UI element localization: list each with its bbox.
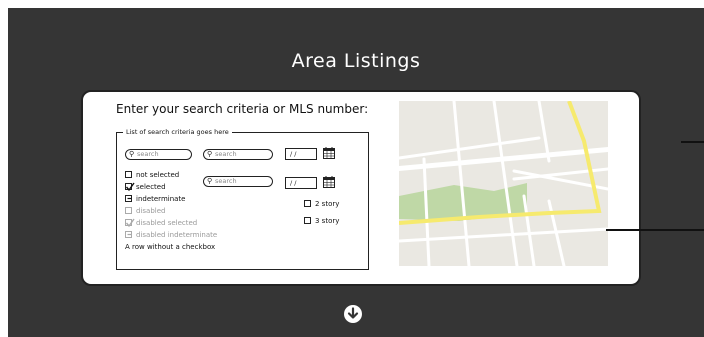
- search-input-2[interactable]: ⚲ search: [203, 149, 273, 160]
- checkbox-checked[interactable]: [125, 182, 135, 192]
- checkbox-2-story[interactable]: 2 story: [304, 199, 339, 210]
- arrow-down-circle-icon[interactable]: [343, 304, 363, 324]
- connector-line: [606, 229, 704, 231]
- search-icon: ⚲: [207, 150, 213, 158]
- checkbox-disabled-indeterminate: disabled indeterminate: [125, 230, 217, 241]
- checkbox-disabled-selected: disabled selected: [125, 218, 197, 229]
- checkbox-not-selected[interactable]: not selected: [125, 170, 179, 181]
- checkbox-3-story[interactable]: 3 story: [304, 216, 339, 227]
- checkbox-disabled: disabled: [125, 206, 165, 217]
- page-canvas: Area Listings Enter your search criteria…: [8, 8, 704, 337]
- area-map[interactable]: [399, 101, 608, 266]
- date-input-2[interactable]: / /: [285, 177, 317, 189]
- page-title: Area Listings: [291, 50, 421, 72]
- checkbox-indeterminate-disabled: [125, 231, 132, 238]
- checkbox-unchecked[interactable]: [125, 171, 132, 178]
- checkbox-indeterminate[interactable]: indeterminate: [125, 194, 185, 205]
- calendar-icon[interactable]: [323, 176, 335, 188]
- search-card: Enter your search criteria or MLS number…: [81, 90, 641, 286]
- search-icon: ⚲: [207, 177, 213, 185]
- checkbox-unchecked[interactable]: [304, 200, 311, 207]
- checkbox-checked-disabled: [125, 218, 135, 228]
- search-icon: ⚲: [129, 150, 135, 158]
- checkbox-indeterminate-mark[interactable]: [125, 195, 132, 202]
- search-input-3[interactable]: ⚲ search: [203, 176, 273, 187]
- checkbox-selected[interactable]: selected: [125, 182, 166, 193]
- calendar-icon[interactable]: [323, 147, 335, 159]
- search-input-1[interactable]: ⚲ search: [125, 149, 192, 160]
- plain-row: A row without a checkbox: [125, 243, 216, 251]
- search-criteria-panel: List of search criteria goes here ⚲ searc…: [116, 127, 369, 270]
- map-graphic: [399, 101, 608, 266]
- checkbox-unchecked-disabled: [125, 207, 132, 214]
- criteria-legend: List of search criteria goes here: [123, 127, 232, 137]
- date-input-1[interactable]: / /: [285, 148, 317, 160]
- search-heading: Enter your search criteria or MLS number…: [116, 102, 369, 116]
- checkbox-unchecked[interactable]: [304, 217, 311, 224]
- connector-line: [681, 141, 704, 143]
